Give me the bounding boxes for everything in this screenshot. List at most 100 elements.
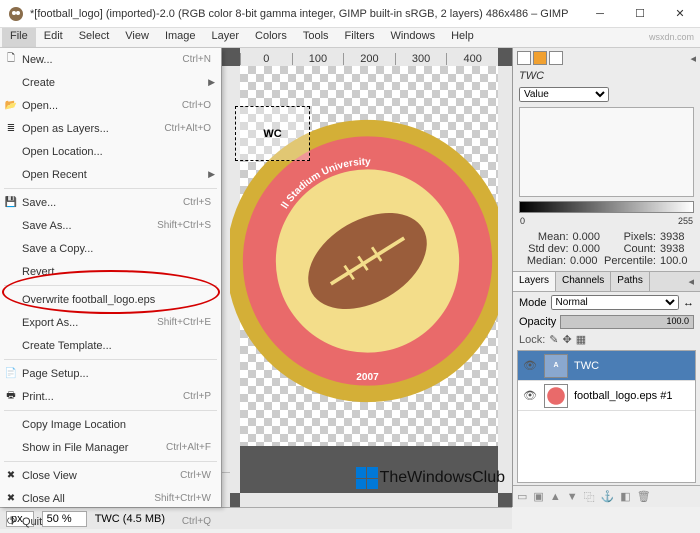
maximize-button[interactable]: ☐ (620, 0, 660, 28)
menu-item-create-template[interactable]: Create Template... (0, 334, 221, 357)
lock-alpha-icon[interactable]: ▦ (576, 333, 586, 346)
menu-item-overwrite[interactable]: Overwrite football_logo.eps (0, 288, 221, 311)
tab-paths[interactable]: Paths (611, 272, 650, 291)
raise-layer-icon[interactable]: ▲ (550, 491, 561, 503)
close-icon: ✖ (4, 469, 18, 483)
thewindowsclub-watermark: TheWindowsClub (356, 467, 505, 489)
menu-item-revert[interactable]: Revert (0, 260, 221, 283)
menu-select[interactable]: Select (71, 28, 118, 47)
new-icon: 🗋 (4, 53, 18, 67)
menu-item-new[interactable]: 🗋New...Ctrl+N (0, 48, 221, 71)
menu-colors[interactable]: Colors (247, 28, 295, 47)
layer-item-twc[interactable]: 👁 A TWC (518, 351, 695, 381)
layer-list: 👁 A TWC 👁 football_logo.eps #1 (517, 350, 696, 483)
image-label: TWC (513, 68, 700, 84)
menu-item-print[interactable]: 🖶Print...Ctrl+P (0, 385, 221, 408)
menu-image[interactable]: Image (157, 28, 204, 47)
layer-name[interactable]: football_logo.eps #1 (574, 390, 672, 402)
layer-thumb (544, 384, 568, 408)
separator (4, 359, 217, 360)
menu-item-save-as[interactable]: Save As...Shift+Ctrl+S (0, 214, 221, 237)
lock-label: Lock: (519, 334, 545, 346)
tab-channels[interactable]: Channels (556, 272, 611, 291)
mode-switch-icon[interactable]: ↔ (683, 297, 694, 309)
gimp-icon (8, 6, 24, 22)
histogram-channel-select[interactable]: Value (519, 87, 609, 102)
menubar: File Edit Select View Image Layer Colors… (0, 28, 700, 48)
layer-group-icon[interactable]: ▣ (533, 490, 543, 503)
menu-item-open-recent[interactable]: Open Recent▶ (0, 163, 221, 186)
twc-text-layer[interactable]: WC (235, 106, 310, 161)
visibility-icon[interactable]: 👁 (522, 359, 538, 372)
separator (4, 285, 217, 286)
canvas-viewport[interactable]: ll Stadium University 2007 WC (240, 66, 498, 493)
lower-layer-icon[interactable]: ▼ (567, 491, 578, 503)
scrollbar-vertical[interactable] (498, 66, 512, 493)
scrollbar-horizontal[interactable] (240, 493, 498, 507)
quit-icon: ⏻ (4, 515, 18, 529)
visibility-icon[interactable]: 👁 (522, 389, 538, 402)
mode-label: Mode (519, 297, 547, 309)
menu-view[interactable]: View (117, 28, 157, 47)
layers-tabs: Layers Channels Paths ◂ (513, 271, 700, 292)
menu-windows[interactable]: Windows (382, 28, 443, 47)
close-all-icon: ✖ (4, 492, 18, 506)
menu-edit[interactable]: Edit (36, 28, 71, 47)
svg-text:2007: 2007 (356, 372, 379, 383)
menu-item-export-as[interactable]: Export As...Shift+Ctrl+E (0, 311, 221, 334)
menu-item-open-as-layers[interactable]: ≣Open as Layers...Ctrl+Alt+O (0, 117, 221, 140)
dock-tabs: ◂ (513, 48, 700, 68)
histogram[interactable] (519, 107, 694, 197)
layers-toolbar: ▭ ▣ ▲ ▼ ⿻ ⚓ ◧ 🗑 (513, 485, 700, 507)
canvas-image[interactable]: ll Stadium University 2007 WC (240, 66, 498, 446)
menu-filters[interactable]: Filters (337, 28, 383, 47)
new-layer-icon[interactable]: ▭ (517, 490, 527, 503)
menu-item-create[interactable]: Create▶ (0, 71, 221, 94)
menu-item-save-copy[interactable]: Save a Copy... (0, 237, 221, 260)
menu-item-open-location[interactable]: Open Location... (0, 140, 221, 163)
blend-mode-select[interactable]: Normal (551, 295, 679, 310)
chevron-right-icon: ▶ (208, 77, 215, 88)
dock-tab-1[interactable] (517, 51, 531, 65)
dock-tab-3[interactable] (549, 51, 563, 65)
dock-menu-icon[interactable]: ◂ (682, 272, 700, 291)
mask-icon[interactable]: ◧ (620, 490, 630, 503)
separator (4, 461, 217, 462)
titlebar: *[football_logo] (imported)-2.0 (RGB col… (0, 0, 700, 28)
menu-item-close-view[interactable]: ✖Close ViewCtrl+W (0, 464, 221, 487)
histogram-range[interactable]: 0 255 (519, 201, 694, 213)
lock-position-icon[interactable]: ✥ (563, 333, 572, 346)
ruler-horizontal[interactable]: 0100200300400 (240, 48, 498, 66)
menu-item-copy-location[interactable]: Copy Image Location (0, 413, 221, 436)
menu-tools[interactable]: Tools (295, 28, 337, 47)
delete-layer-icon[interactable]: 🗑 (637, 490, 651, 503)
menu-file[interactable]: File (2, 28, 36, 47)
menu-item-show-in-file-manager[interactable]: Show in File ManagerCtrl+Alt+F (0, 436, 221, 459)
menu-item-close-all[interactable]: ✖Close AllShift+Ctrl+W (0, 487, 221, 510)
menu-help[interactable]: Help (443, 28, 482, 47)
right-panel: ◂ TWC Value 0 255 Mean:0.000Pixels:3938 … (512, 48, 700, 507)
minimize-button[interactable]: ─ (580, 0, 620, 28)
menu-item-page-setup[interactable]: 📄Page Setup... (0, 362, 221, 385)
menu-item-quit[interactable]: ⏻QuitCtrl+Q (0, 510, 221, 533)
dock-tab-2[interactable] (533, 51, 547, 65)
close-button[interactable]: ✕ (660, 0, 700, 28)
tab-layers[interactable]: Layers (513, 272, 556, 291)
chevron-right-icon: ▶ (208, 169, 215, 180)
layer-thumb: A (544, 354, 568, 378)
merge-layer-icon[interactable]: ⚓ (601, 490, 615, 503)
opacity-slider[interactable]: 100.0 (560, 315, 694, 329)
lock-pixels-icon[interactable]: ✎ (549, 333, 558, 346)
page-setup-icon: 📄 (4, 367, 18, 381)
menu-layer[interactable]: Layer (204, 28, 248, 47)
menu-item-open[interactable]: 📂Open...Ctrl+O (0, 94, 221, 117)
save-icon: 💾 (4, 196, 18, 210)
layer-name[interactable]: TWC (574, 360, 599, 372)
menu-item-save[interactable]: 💾Save...Ctrl+S (0, 191, 221, 214)
opacity-label: Opacity (519, 316, 556, 328)
dock-menu-icon[interactable]: ◂ (690, 52, 696, 65)
separator (4, 410, 217, 411)
duplicate-layer-icon[interactable]: ⿻ (584, 489, 595, 505)
layer-item-logo[interactable]: 👁 football_logo.eps #1 (518, 381, 695, 411)
source-watermark: wsxdn.com (649, 32, 694, 42)
